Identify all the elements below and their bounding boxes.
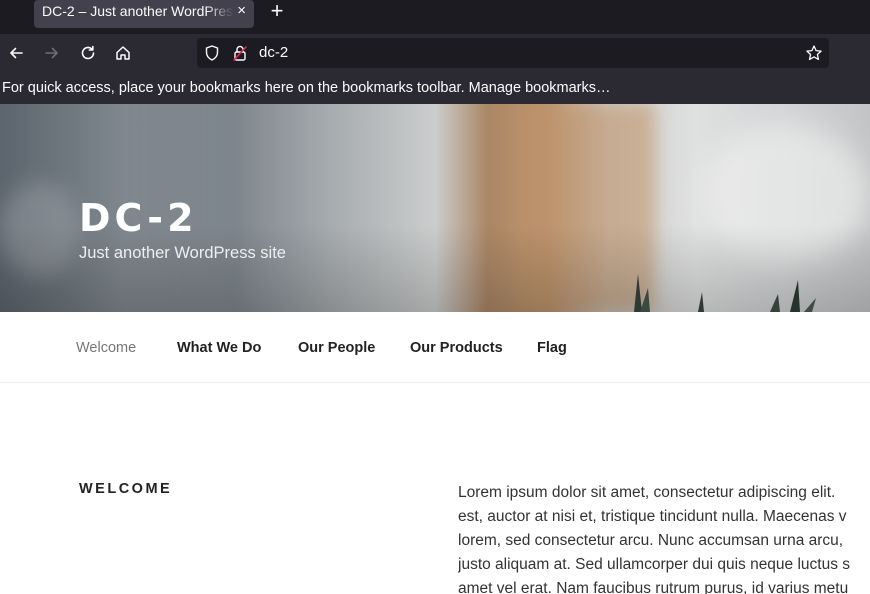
primary-menu: Welcome What We Do Our People Our Produc…: [0, 312, 870, 383]
site-title[interactable]: DC-2: [79, 196, 198, 240]
page-title: WELCOME: [79, 481, 173, 497]
menu-item-what-we-do[interactable]: What We Do: [177, 339, 261, 357]
bookmark-star-icon[interactable]: [805, 44, 823, 62]
menu-item-flag[interactable]: Flag: [537, 339, 567, 357]
tab-title: DC-2 – Just another WordPress site: [42, 3, 234, 19]
browser-tab[interactable]: DC-2 – Just another WordPress site ×: [34, 0, 254, 28]
address-bar[interactable]: dc-2: [197, 38, 829, 68]
insecure-connection-lock-icon[interactable]: [231, 44, 249, 62]
paragraph-line: lorem, sed consectetur arcu. Nunc accums…: [458, 532, 844, 549]
page-content: Lorem ipsum dolor sit amet, consectetur …: [458, 481, 870, 594]
paragraph-line: est, auctor at nisi et, tristique tincid…: [458, 508, 847, 525]
menu-item-our-products[interactable]: Our Products: [410, 339, 503, 357]
new-tab-button[interactable]: +: [268, 0, 286, 22]
menu-item-our-people[interactable]: Our People: [298, 339, 375, 357]
tab-bar: DC-2 – Just another WordPress site × +: [0, 0, 870, 34]
reload-icon: [81, 45, 95, 60]
forward-button[interactable]: [40, 41, 64, 65]
site-description: Just another WordPress site: [79, 244, 286, 262]
bookmarks-toolbar-message[interactable]: For quick access, place your bookmarks h…: [0, 72, 870, 104]
menu-item-welcome[interactable]: Welcome: [76, 339, 136, 357]
plant-image: [634, 274, 816, 312]
back-button[interactable]: [4, 41, 28, 65]
reload-button[interactable]: [76, 41, 100, 65]
paragraph-line: justo aliquam at. Sed ullamcorper dui qu…: [458, 556, 851, 573]
navigation-toolbar: dc-2: [0, 34, 870, 72]
url-text[interactable]: dc-2: [259, 44, 288, 62]
tracking-protection-shield-icon[interactable]: [203, 44, 221, 62]
home-icon: [116, 46, 130, 60]
forward-arrow-icon: [45, 47, 58, 59]
home-button[interactable]: [111, 41, 135, 65]
paragraph-line: amet vel erat. Nam faucibus rutrum purus…: [458, 580, 849, 594]
header-image: DC-2 Just another WordPress site: [0, 104, 870, 312]
back-arrow-icon: [10, 47, 23, 59]
paragraph-line: Lorem ipsum dolor sit amet, consectetur …: [458, 484, 836, 501]
close-tab-icon[interactable]: ×: [237, 1, 246, 21]
